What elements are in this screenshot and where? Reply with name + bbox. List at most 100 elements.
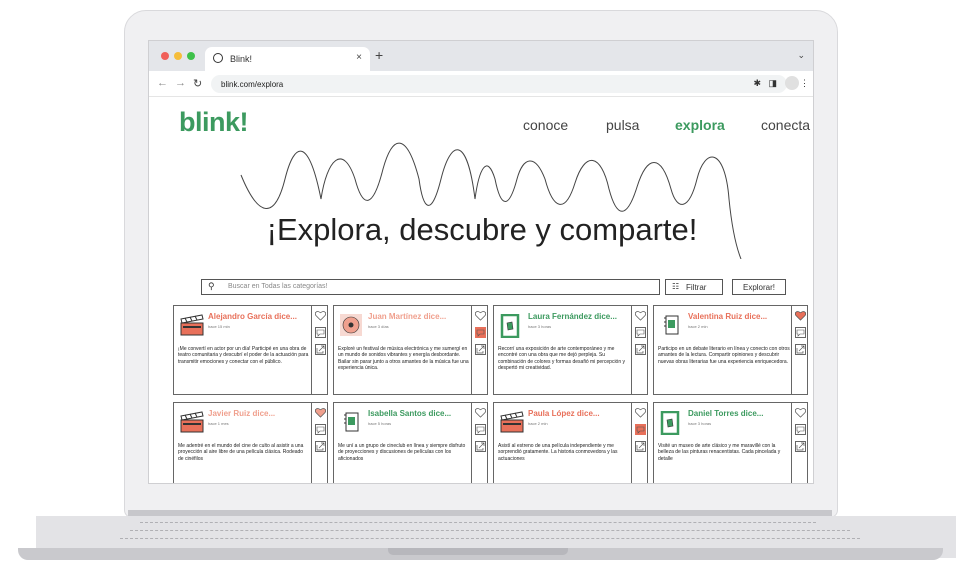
- card-time: hace 1 mes: [208, 421, 229, 426]
- close-tab-icon[interactable]: ×: [356, 52, 362, 63]
- post-card[interactable]: Isabella Santos dice... hace 5 horas Me un…: [333, 402, 488, 483]
- clapperboard-icon: [500, 411, 524, 433]
- browser-window: Blink! × + ⌄ ← → ↻ blink.com/explora ✱ ◨…: [148, 40, 814, 484]
- card-author[interactable]: Laura Fernández dice...: [528, 312, 617, 321]
- post-card[interactable]: Daniel Torres dice... hace 3 horas Visité …: [653, 402, 808, 483]
- nav-conoce[interactable]: conoce: [523, 117, 568, 133]
- minimize-window-dot[interactable]: [174, 52, 182, 60]
- filter-label: Filtrar: [686, 283, 707, 292]
- card-author[interactable]: Isabella Santos dice...: [368, 409, 451, 418]
- nav-conecta[interactable]: conecta: [761, 117, 810, 133]
- book-icon: [340, 411, 362, 433]
- card-time: hace 3 días: [368, 324, 389, 329]
- painting-icon: [660, 410, 682, 436]
- search-input[interactable]: ⚲ Buscar en Todas las categorías!: [201, 279, 660, 295]
- card-author[interactable]: Juan Martínez dice...: [368, 312, 446, 321]
- keyboard-row: [130, 530, 850, 534]
- new-tab-icon[interactable]: +: [375, 47, 383, 63]
- address-bar[interactable]: blink.com/explora: [211, 75, 787, 93]
- share-icon[interactable]: [635, 441, 646, 452]
- back-arrow-icon[interactable]: ←: [157, 77, 168, 89]
- card-text: Me adentré en el mundo del cine de culto…: [178, 443, 304, 462]
- extensions-puzzle-icon[interactable]: ✱: [753, 78, 761, 89]
- book-icon: [660, 314, 682, 336]
- heart-icon[interactable]: [794, 310, 807, 321]
- nav-pulsa[interactable]: pulsa: [606, 117, 639, 133]
- card-author[interactable]: Paula López dice...: [528, 409, 600, 418]
- card-time: hace 5 horas: [368, 421, 392, 426]
- share-icon[interactable]: [315, 344, 326, 355]
- forward-arrow-icon[interactable]: →: [175, 77, 186, 89]
- heart-icon[interactable]: [634, 407, 647, 418]
- card-author[interactable]: Daniel Torres dice...: [688, 409, 763, 418]
- share-icon[interactable]: [795, 441, 806, 452]
- share-icon[interactable]: [475, 344, 486, 355]
- address-text: blink.com/explora: [221, 80, 284, 89]
- post-card[interactable]: Valentina Ruiz dice... hace 2 min Particip…: [653, 305, 808, 395]
- clapperboard-icon: [180, 411, 204, 433]
- tab-search-chevron-icon[interactable]: ⌄: [797, 50, 805, 61]
- share-icon[interactable]: [315, 441, 326, 452]
- reload-icon[interactable]: ↻: [193, 77, 202, 90]
- close-window-dot[interactable]: [161, 52, 169, 60]
- share-icon[interactable]: [475, 441, 486, 452]
- card-text: Exploré un festival de música electrónic…: [338, 346, 469, 372]
- sliders-icon: ☷: [672, 282, 680, 291]
- share-icon[interactable]: [795, 344, 806, 355]
- card-text: Recorrí una exposición de arte contempor…: [498, 346, 626, 372]
- side-panel-icon[interactable]: ◨: [768, 78, 777, 89]
- card-body: Daniel Torres dice... hace 3 horas Visité …: [654, 403, 792, 483]
- card-text: Participo en un debate literario en líne…: [658, 346, 790, 365]
- comment-icon[interactable]: [635, 424, 646, 435]
- card-body: Javier Ruiz dice... hace 1 mes Me adentré …: [174, 403, 312, 483]
- post-card[interactable]: Alejandro García dice... hace 15 min ¡Me c…: [173, 305, 328, 395]
- card-time: hace 2 min: [528, 421, 548, 426]
- share-icon[interactable]: [635, 344, 646, 355]
- page-content: blink! conoce pulsa explora conecta ¡Exp…: [149, 97, 813, 483]
- heart-icon[interactable]: [474, 407, 487, 418]
- nav-explora[interactable]: explora: [675, 117, 725, 133]
- comment-icon[interactable]: [475, 327, 486, 338]
- card-text: Asistí al estreno de una película indepe…: [498, 443, 618, 462]
- heart-icon[interactable]: [634, 310, 647, 321]
- menu-dots-icon[interactable]: ⋮: [800, 78, 809, 89]
- post-card[interactable]: Javier Ruiz dice... hace 1 mes Me adentré …: [173, 402, 328, 483]
- post-card[interactable]: Juan Martínez dice... hace 3 días Exploré …: [333, 305, 488, 395]
- heart-icon[interactable]: [794, 407, 807, 418]
- comment-icon[interactable]: [635, 327, 646, 338]
- card-body: Laura Fernández dice... hace 3 horas Recor…: [494, 306, 632, 394]
- heart-icon[interactable]: [314, 310, 327, 321]
- profile-avatar[interactable]: [785, 76, 799, 90]
- comment-icon[interactable]: [795, 327, 806, 338]
- browser-toolbar: ← → ↻ blink.com/explora ✱ ◨ ⋮: [149, 71, 813, 97]
- browser-tab[interactable]: Blink! ×: [205, 47, 370, 71]
- card-text: Visité un museo de arte clásico y me mar…: [658, 443, 781, 462]
- card-time: hace 15 min: [208, 324, 230, 329]
- painting-icon: [500, 313, 522, 339]
- comment-icon[interactable]: [475, 424, 486, 435]
- search-icon: ⚲: [208, 281, 215, 291]
- filter-button[interactable]: ☷ Filtrar: [665, 279, 723, 295]
- post-card[interactable]: Laura Fernández dice... hace 3 horas Recor…: [493, 305, 648, 395]
- card-author[interactable]: Alejandro García dice...: [208, 312, 297, 321]
- card-time: hace 3 horas: [688, 421, 712, 426]
- comment-icon[interactable]: [315, 424, 326, 435]
- clapperboard-icon: [180, 314, 204, 336]
- card-body: Paula López dice... hace 2 min Asistí al e…: [494, 403, 632, 483]
- heart-icon[interactable]: [314, 407, 327, 418]
- comment-icon[interactable]: [795, 424, 806, 435]
- comment-icon[interactable]: [315, 327, 326, 338]
- card-author[interactable]: Valentina Ruiz dice...: [688, 312, 767, 321]
- keyboard-row: [140, 522, 816, 526]
- post-card[interactable]: Paula López dice... hace 2 min Asistí al e…: [493, 402, 648, 483]
- card-author[interactable]: Javier Ruiz dice...: [208, 409, 275, 418]
- card-body: Juan Martínez dice... hace 3 días Exploré …: [334, 306, 472, 394]
- laptop-notch: [388, 548, 568, 555]
- explore-button[interactable]: Explorar!: [732, 279, 786, 295]
- chrome-favicon-icon: [213, 53, 223, 63]
- maximize-window-dot[interactable]: [187, 52, 195, 60]
- site-logo[interactable]: blink!: [179, 107, 249, 138]
- heart-icon[interactable]: [474, 310, 487, 321]
- vinyl-icon: [340, 314, 362, 336]
- card-body: Isabella Santos dice... hace 5 horas Me un…: [334, 403, 472, 483]
